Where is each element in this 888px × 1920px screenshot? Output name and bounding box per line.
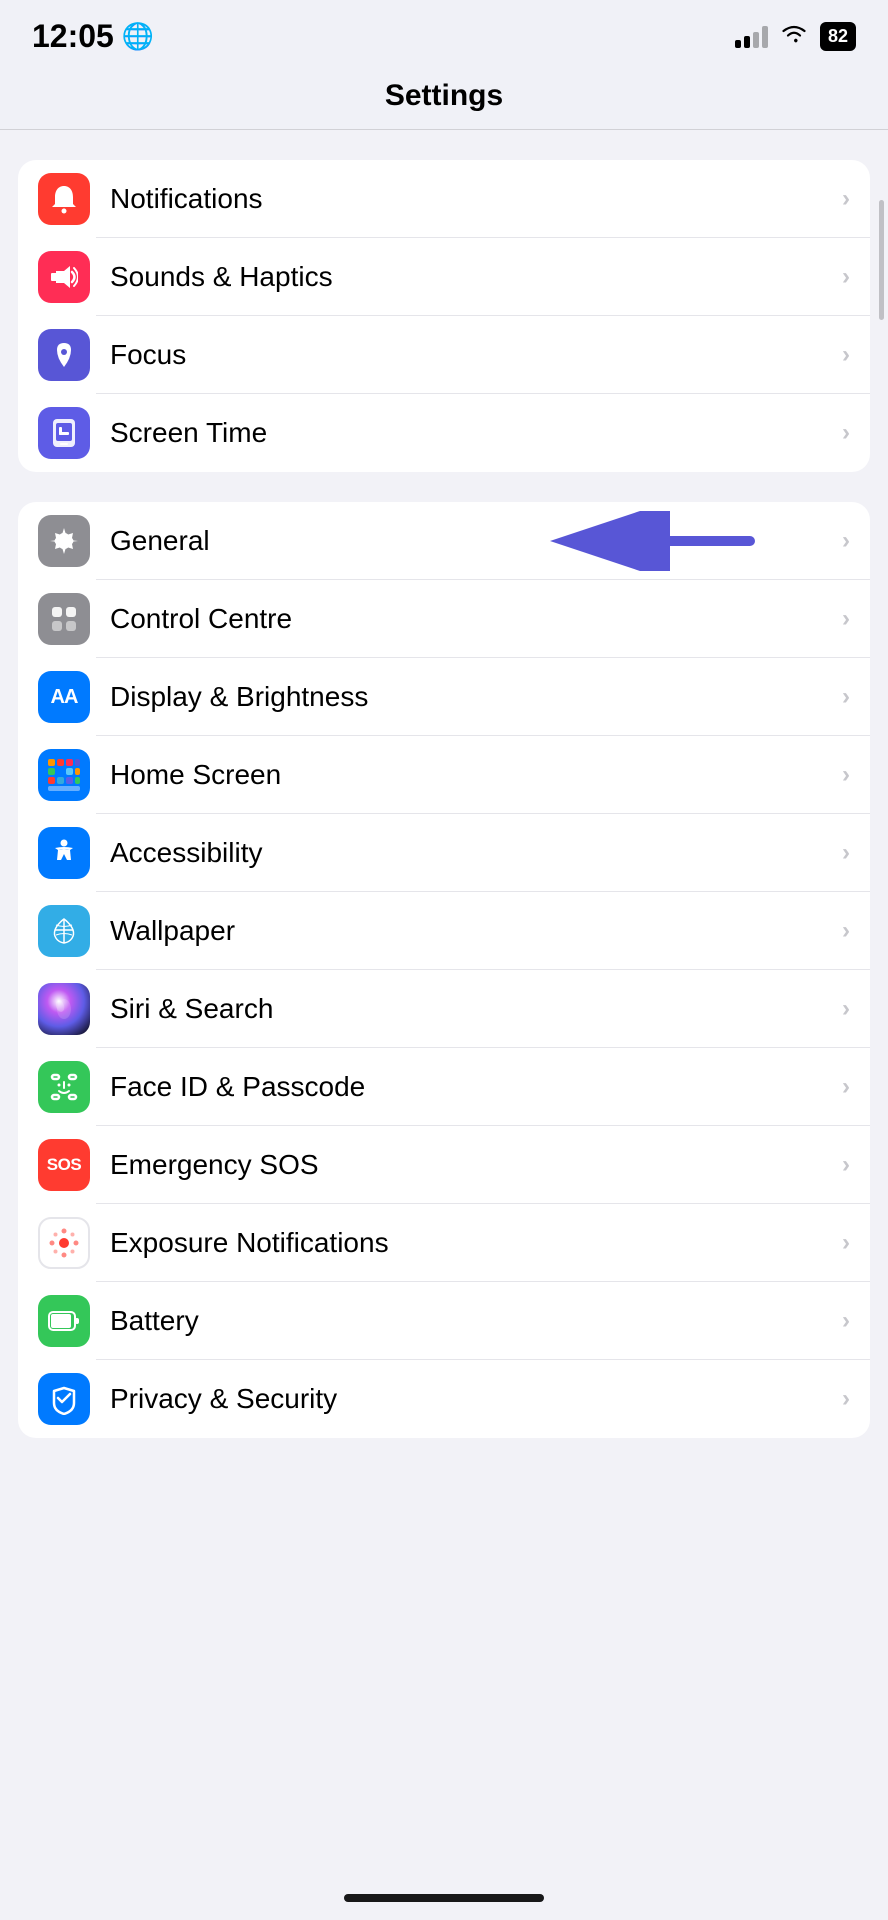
siri-icon — [38, 983, 90, 1035]
display-label: Display & Brightness — [110, 681, 834, 713]
privacy-icon — [38, 1373, 90, 1425]
notifications-label: Notifications — [110, 183, 834, 215]
status-right: 82 — [735, 22, 856, 51]
face-id-chevron: › — [842, 1073, 850, 1101]
home-screen-chevron: › — [842, 761, 850, 789]
exposure-chevron: › — [842, 1229, 850, 1257]
sounds-icon — [38, 251, 90, 303]
screen-time-chevron: › — [842, 419, 850, 447]
siri-label: Siri & Search — [110, 993, 834, 1025]
sidebar-item-battery[interactable]: Battery › — [18, 1282, 870, 1360]
face-id-label: Face ID & Passcode — [110, 1071, 834, 1103]
focus-icon — [38, 329, 90, 381]
sidebar-item-screen-time[interactable]: Screen Time › — [18, 394, 870, 472]
face-id-icon — [38, 1061, 90, 1113]
sidebar-item-sounds[interactable]: Sounds & Haptics › — [18, 238, 870, 316]
emergency-sos-icon: SOS — [38, 1139, 90, 1191]
sidebar-item-home-screen[interactable]: Home Screen › — [18, 736, 870, 814]
sounds-chevron: › — [842, 263, 850, 291]
sidebar-item-privacy[interactable]: Privacy & Security › — [18, 1360, 870, 1438]
display-chevron: › — [842, 683, 850, 711]
battery-level: 82 — [828, 26, 848, 47]
wallpaper-chevron: › — [842, 917, 850, 945]
sidebar-item-emergency-sos[interactable]: SOS Emergency SOS › — [18, 1126, 870, 1204]
siri-chevron: › — [842, 995, 850, 1023]
sidebar-item-display[interactable]: AA Display & Brightness › — [18, 658, 870, 736]
exposure-label: Exposure Notifications — [110, 1227, 834, 1259]
sidebar-item-focus[interactable]: Focus › — [18, 316, 870, 394]
battery-status: 82 — [820, 22, 856, 51]
wallpaper-label: Wallpaper — [110, 915, 834, 947]
globe-icon: 🌐 — [122, 21, 154, 52]
exposure-icon — [38, 1217, 90, 1269]
emergency-sos-label: Emergency SOS — [110, 1149, 834, 1181]
notifications-icon — [38, 173, 90, 225]
sidebar-item-wallpaper[interactable]: Wallpaper › — [18, 892, 870, 970]
control-centre-chevron: › — [842, 605, 850, 633]
privacy-chevron: › — [842, 1385, 850, 1413]
focus-label: Focus — [110, 339, 834, 371]
accessibility-chevron: › — [842, 839, 850, 867]
general-icon — [38, 515, 90, 567]
battery-label: Battery — [110, 1305, 834, 1337]
battery-chevron: › — [842, 1307, 850, 1335]
wifi-icon — [780, 23, 808, 51]
accessibility-icon — [38, 827, 90, 879]
privacy-label: Privacy & Security — [110, 1383, 834, 1415]
wallpaper-icon — [38, 905, 90, 957]
screen-time-label: Screen Time — [110, 417, 834, 449]
sidebar-item-control-centre[interactable]: Control Centre › — [18, 580, 870, 658]
control-centre-icon — [38, 593, 90, 645]
accessibility-label: Accessibility — [110, 837, 834, 869]
battery-icon — [38, 1295, 90, 1347]
sidebar-item-accessibility[interactable]: Accessibility › — [18, 814, 870, 892]
signal-icon — [735, 26, 768, 48]
general-chevron: › — [842, 527, 850, 555]
time-text: 12:05 — [32, 18, 114, 55]
settings-group-2: General › Control Centre › AA — [18, 502, 870, 1438]
notifications-chevron: › — [842, 185, 850, 213]
page-title: Settings — [0, 79, 888, 113]
general-label: General — [110, 525, 834, 557]
sidebar-item-notifications[interactable]: Notifications › — [18, 160, 870, 238]
sidebar-item-face-id[interactable]: Face ID & Passcode › — [18, 1048, 870, 1126]
status-bar: 12:05 🌐 82 — [0, 0, 888, 65]
control-centre-label: Control Centre — [110, 603, 834, 635]
sounds-label: Sounds & Haptics — [110, 261, 834, 293]
home-screen-icon — [38, 749, 90, 801]
settings-group-1: Notifications › Sounds & Haptics › Focus… — [18, 160, 870, 472]
sidebar-item-general[interactable]: General › — [18, 502, 870, 580]
focus-chevron: › — [842, 341, 850, 369]
sidebar-item-exposure[interactable]: Exposure Notifications › — [18, 1204, 870, 1282]
display-icon: AA — [38, 671, 90, 723]
home-screen-label: Home Screen — [110, 759, 834, 791]
emergency-sos-chevron: › — [842, 1151, 850, 1179]
screen-time-icon — [38, 407, 90, 459]
home-indicator — [344, 1894, 544, 1902]
status-time: 12:05 🌐 — [32, 18, 154, 55]
scrollbar[interactable] — [879, 200, 884, 320]
page-title-bar: Settings — [0, 65, 888, 130]
sidebar-item-siri[interactable]: Siri & Search › — [18, 970, 870, 1048]
